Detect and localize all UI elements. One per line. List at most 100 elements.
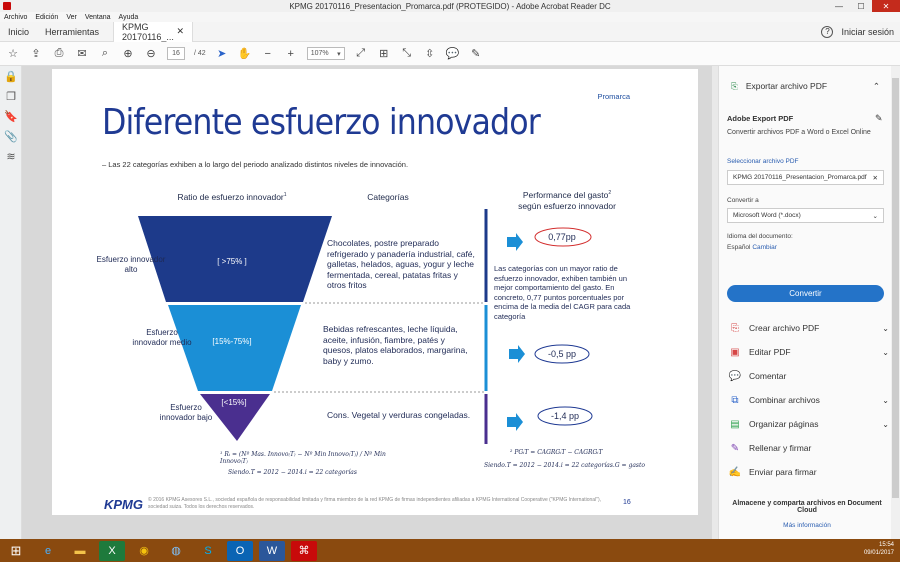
previous-page-icon[interactable]: ⊕ bbox=[121, 47, 135, 61]
window-title: KPMG 20170116_Presentacion_Promarca.pdf … bbox=[289, 1, 611, 11]
tool-send-sign[interactable]: ✍ Enviar para firmar bbox=[729, 463, 889, 481]
system-tray-clock[interactable]: 15:54 09/01/2017 bbox=[864, 541, 894, 557]
bookmark-icon[interactable]: 🔖 bbox=[0, 106, 22, 126]
zoom-in-icon[interactable]: + bbox=[284, 47, 298, 61]
tool-edit-pdf[interactable]: ▣ Editar PDF ⌄ bbox=[729, 343, 889, 361]
pages-icon[interactable]: ❐ bbox=[0, 86, 22, 106]
export-panel-header[interactable]: ⎘ Exportar archivo PDF ⌃ bbox=[719, 76, 900, 96]
print-icon[interactable]: ⎙ bbox=[52, 47, 66, 61]
export-header-label: Exportar archivo PDF bbox=[745, 81, 828, 91]
tool-send-sign-label: Enviar para firmar bbox=[749, 467, 817, 477]
close-tab-icon[interactable]: ✕ bbox=[177, 26, 185, 37]
panel-scrollbar-thumb[interactable] bbox=[892, 78, 899, 498]
create-pdf-icon: ⎘ bbox=[731, 322, 739, 334]
acrobat-taskbar-icon[interactable]: ⌘ bbox=[291, 540, 317, 561]
lock-icon[interactable]: 🔒 bbox=[0, 66, 22, 86]
categories-medium: Bebidas refrescantes, leche líquida, ace… bbox=[323, 324, 468, 366]
categories-high: Chocolates, postre preparado refrigerado… bbox=[327, 238, 475, 290]
window-titlebar: KPMG 20170116_Presentacion_Promarca.pdf … bbox=[0, 0, 900, 12]
fit-width-icon[interactable]: ⊞ bbox=[377, 47, 391, 61]
funnel-segment-medium bbox=[168, 305, 301, 391]
menu-archivo[interactable]: Archivo bbox=[4, 14, 27, 21]
chevron-down-icon: ⌄ bbox=[882, 395, 889, 405]
convert-format-select[interactable]: Microsoft Word (*.docx) ⌄ bbox=[727, 208, 884, 223]
chrome-icon[interactable]: ◉ bbox=[131, 541, 157, 561]
tool-fill-sign-label: Rellenar y firmar bbox=[749, 443, 812, 453]
tab-inicio[interactable]: Inicio bbox=[0, 22, 37, 42]
export-pdf-icon: ⎘ bbox=[731, 80, 738, 91]
tool-combine[interactable]: ⧉ Combinar archivos ⌄ bbox=[729, 391, 889, 409]
menu-ver[interactable]: Ver bbox=[66, 14, 77, 21]
tool-comment[interactable]: 💬 Comentar bbox=[729, 367, 889, 385]
perf-value-high: 0,77pp bbox=[548, 232, 576, 242]
level-label-low: Esfuerzo innovador bajo bbox=[159, 403, 213, 422]
upload-cloud-icon[interactable]: ⇪ bbox=[29, 47, 43, 61]
scroll-mode-icon[interactable]: ⇳ bbox=[423, 47, 437, 61]
tool-fill-sign[interactable]: ✎ Rellenar y firmar bbox=[729, 439, 889, 457]
chevron-down-icon: ⌄ bbox=[882, 419, 889, 429]
bookmark-star-icon[interactable]: ☆ bbox=[6, 47, 20, 61]
change-language-link[interactable]: Cambiar bbox=[752, 244, 777, 251]
search-icon[interactable]: ⌕ bbox=[98, 47, 112, 61]
menu-edicion[interactable]: Edición bbox=[35, 14, 58, 21]
hand-tool-icon[interactable]: ✋ bbox=[238, 47, 252, 61]
excel-icon[interactable]: X bbox=[99, 540, 125, 561]
zoom-out-icon[interactable]: − bbox=[261, 47, 275, 61]
menu-ayuda[interactable]: Ayuda bbox=[119, 14, 139, 21]
arrow-icon-medium bbox=[509, 345, 525, 363]
tool-comment-label: Comentar bbox=[749, 371, 787, 381]
start-button[interactable]: ⊞ bbox=[3, 541, 29, 561]
menu-ventana[interactable]: Ventana bbox=[85, 14, 111, 21]
slide-page-number: 16 bbox=[623, 499, 631, 506]
close-window-button[interactable]: ✕ bbox=[872, 0, 900, 12]
word-icon[interactable]: W bbox=[259, 540, 285, 561]
signin-link[interactable]: Iniciar sesión bbox=[841, 27, 894, 37]
formula-ratio: ¹ Rᵢ = (Nº Mas. Innovo₍T₎ − Nº Min Innov… bbox=[220, 451, 386, 465]
zoom-select[interactable]: 107% ▾ bbox=[306, 47, 345, 60]
kpmg-logo: KPMG bbox=[104, 497, 143, 512]
minimize-button[interactable]: — bbox=[828, 0, 850, 12]
clock-time: 15:54 bbox=[878, 542, 894, 548]
chevron-up-icon[interactable]: ⌃ bbox=[873, 81, 880, 92]
more-info-link[interactable]: Más información bbox=[723, 522, 891, 529]
help-icon[interactable]: ? bbox=[821, 25, 834, 38]
attachment-icon[interactable]: 📎 bbox=[0, 126, 22, 146]
page-number-input[interactable]: 16 bbox=[167, 47, 185, 60]
edit-icon[interactable]: ✎ bbox=[875, 113, 883, 124]
layers-icon[interactable]: ≋ bbox=[0, 146, 22, 166]
internet-explorer-icon[interactable]: e bbox=[35, 541, 61, 561]
zoom-value: 107% bbox=[310, 50, 329, 57]
tab-bar: Inicio Herramientas KPMG 20170116_... ✕ … bbox=[0, 21, 900, 42]
maximize-button[interactable]: ☐ bbox=[850, 0, 872, 12]
outlook-icon[interactable]: O bbox=[227, 540, 253, 561]
next-page-icon[interactable]: ⊖ bbox=[144, 47, 158, 61]
tool-organize[interactable]: ▤ Organizar páginas ⌄ bbox=[729, 415, 889, 433]
document-cloud-promo: Almacene y comparta archivos en Document… bbox=[732, 500, 882, 514]
skype-icon[interactable]: S bbox=[195, 541, 221, 561]
panel-scrollbar[interactable] bbox=[891, 66, 900, 539]
selected-file-field[interactable]: KPMG 20170116_Presentacion_Promarca.pdf ✕ bbox=[727, 170, 884, 185]
sign-pen-icon[interactable]: ✎ bbox=[469, 47, 483, 61]
full-screen-icon[interactable]: ⤡ bbox=[400, 47, 414, 61]
tool-create-pdf-label: Crear archivo PDF bbox=[749, 323, 820, 333]
pdf-page: Promarca Diferente esfuerzo innovador – … bbox=[52, 69, 698, 515]
organize-pages-icon: ▤ bbox=[730, 418, 740, 430]
fit-page-icon[interactable]: ⤢ bbox=[354, 47, 368, 61]
export-description: Convertir archivos PDF a Word o Excel On… bbox=[727, 129, 871, 136]
globe-icon[interactable]: ◍ bbox=[163, 541, 189, 561]
comment-icon[interactable]: 💬 bbox=[446, 47, 460, 61]
tab-document[interactable]: KPMG 20170116_... ✕ bbox=[113, 21, 194, 42]
perf-value-medium: -0,5 pp bbox=[547, 349, 577, 359]
tool-create-pdf[interactable]: ⎘ Crear archivo PDF ⌄ bbox=[729, 319, 889, 337]
range-label-high: [ >75% ] bbox=[217, 257, 247, 266]
convert-button[interactable]: Convertir bbox=[727, 285, 884, 302]
chevron-down-icon: ▾ bbox=[337, 50, 341, 58]
tab-herramientas[interactable]: Herramientas bbox=[37, 22, 107, 42]
formula-perf-note: Siendo.T = 2012 − 2014.i = 22 categorías… bbox=[484, 462, 645, 469]
language-label: Idioma del documento: bbox=[727, 233, 793, 240]
clear-file-icon[interactable]: ✕ bbox=[873, 174, 878, 182]
email-icon[interactable]: ✉ bbox=[75, 47, 89, 61]
file-explorer-icon[interactable]: ▬ bbox=[67, 541, 93, 561]
select-cursor-icon[interactable]: ➤ bbox=[215, 47, 229, 61]
categories-low: Cons. Vegetal y verduras congeladas. bbox=[327, 410, 471, 420]
